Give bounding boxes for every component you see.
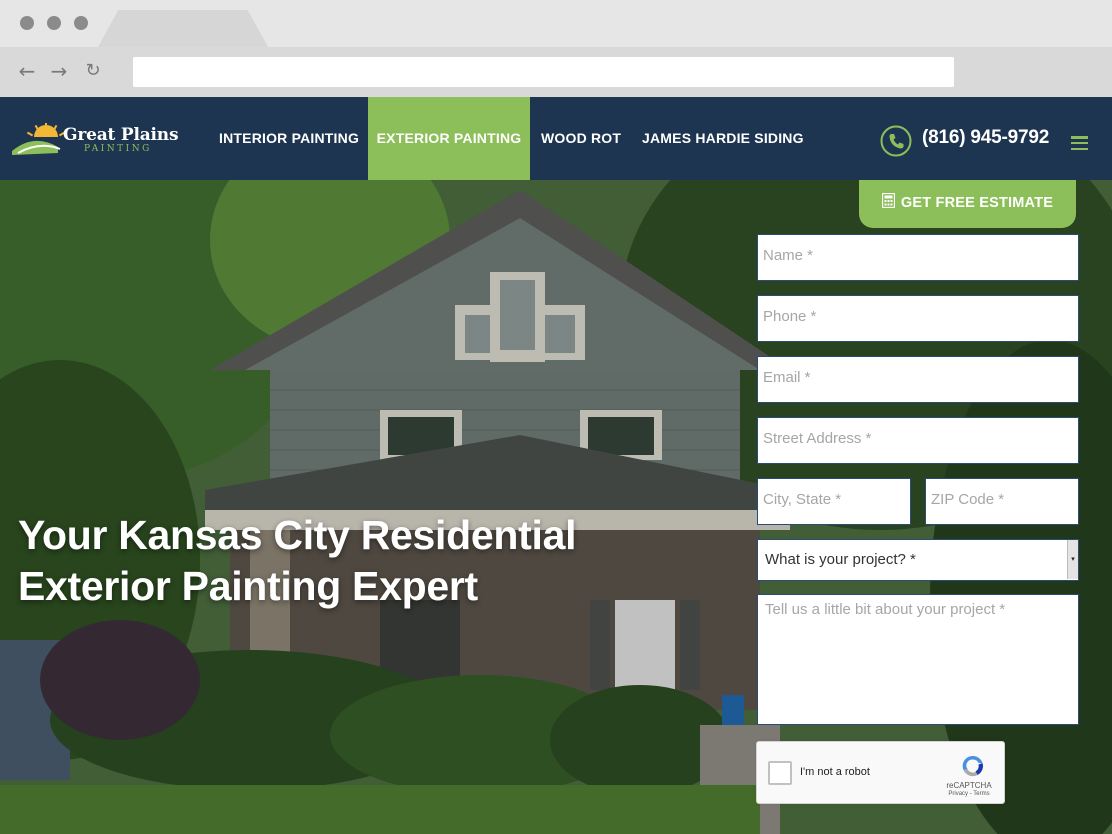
project-select[interactable]: What is your project? * ▾ xyxy=(757,539,1079,581)
address-bar[interactable] xyxy=(133,57,954,87)
name-field[interactable]: Name * xyxy=(757,234,1079,281)
project-select-value: What is your project? * xyxy=(765,551,916,568)
hero-headline-line1: Your Kansas City Residential xyxy=(18,512,577,558)
browser-chrome: ← → ↻ xyxy=(0,0,1112,97)
window-minimize-dot[interactable] xyxy=(47,16,61,30)
window-close-dot[interactable] xyxy=(20,16,34,30)
window-maximize-dot[interactable] xyxy=(74,16,88,30)
logo-subtitle: PAINTING xyxy=(84,144,152,154)
zip-code-field[interactable]: ZIP Code * xyxy=(925,478,1079,525)
back-arrow-icon[interactable]: ← xyxy=(17,61,37,81)
recaptcha-checkbox[interactable] xyxy=(768,761,792,785)
hamburger-menu-icon[interactable] xyxy=(1071,136,1088,151)
phone-number[interactable]: (816) 945-9792 xyxy=(922,127,1049,149)
nav-exterior-painting[interactable]: EXTERIOR PAINTING xyxy=(368,97,530,180)
recaptcha-privacy-terms[interactable]: Privacy - Terms xyxy=(939,791,999,797)
nav-james-hardie-siding[interactable]: JAMES HARDIE SIDING xyxy=(642,97,804,180)
reload-icon[interactable]: ↻ xyxy=(83,61,103,81)
forward-arrow-icon[interactable]: → xyxy=(49,61,69,81)
recaptcha-brand: reCAPTCHA xyxy=(946,781,992,790)
recaptcha-widget: I'm not a robot reCAPTCHA Privacy - Term… xyxy=(756,741,1005,804)
nav-interior-painting[interactable]: INTERIOR PAINTING xyxy=(219,97,359,180)
hero-headline: Your Kansas City Residential Exterior Pa… xyxy=(18,510,658,612)
city-state-field[interactable]: City, State * xyxy=(757,478,911,525)
phone-icon[interactable] xyxy=(880,125,912,157)
nav-wood-rot[interactable]: WOOD ROT xyxy=(541,97,621,180)
recaptcha-label: I'm not a robot xyxy=(800,766,870,778)
recaptcha-logo-icon xyxy=(962,755,983,777)
logo-title[interactable]: Great Plains xyxy=(63,125,179,145)
street-address-field[interactable]: Street Address * xyxy=(757,417,1079,464)
browser-tab[interactable] xyxy=(98,10,268,47)
select-arrow-icon[interactable]: ▾ xyxy=(1067,540,1078,579)
phone-field[interactable]: Phone * xyxy=(757,295,1079,342)
get-free-estimate-label: GET FREE ESTIMATE xyxy=(900,195,1054,211)
project-details-textarea[interactable]: Tell us a little bit about your project … xyxy=(757,594,1079,725)
calculator-icon xyxy=(881,193,895,208)
email-field[interactable]: Email * xyxy=(757,356,1079,403)
get-free-estimate-button[interactable]: GET FREE ESTIMATE xyxy=(859,180,1076,228)
hero-headline-line2: Exterior Painting Expert xyxy=(18,563,478,609)
